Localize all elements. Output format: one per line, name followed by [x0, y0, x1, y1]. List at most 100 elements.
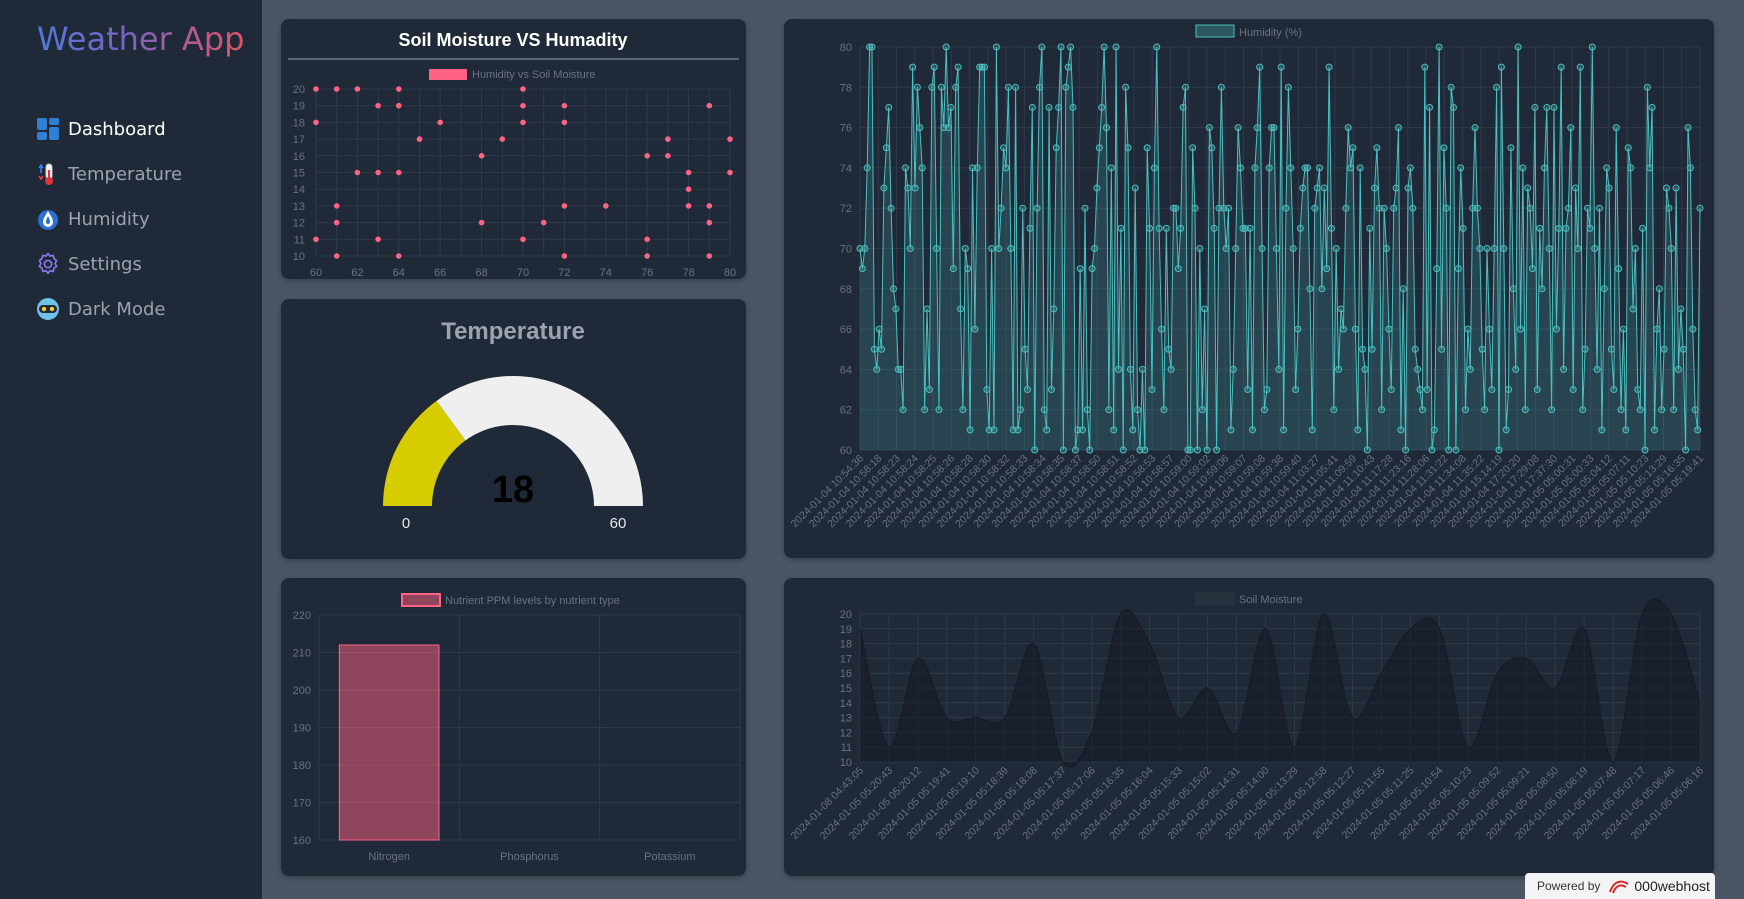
data-point — [1588, 43, 1596, 51]
y-tick-label: 11 — [294, 234, 305, 246]
y-tick-label: 190 — [293, 723, 311, 735]
data-point — [1047, 386, 1055, 394]
data-point — [1380, 204, 1388, 212]
data-point — [868, 43, 876, 51]
data-point — [1655, 285, 1663, 293]
data-point — [1148, 386, 1156, 394]
data-point — [863, 164, 871, 172]
data-point — [1043, 426, 1051, 434]
scatter-point — [644, 153, 650, 159]
data-point — [1639, 224, 1647, 232]
data-point — [1050, 305, 1058, 313]
scatter-point — [685, 186, 692, 192]
x-tick-label: 64 — [393, 267, 405, 279]
data-point — [1627, 164, 1635, 172]
data-point — [923, 305, 931, 313]
data-point — [1057, 43, 1065, 51]
data-point — [1603, 164, 1611, 172]
legend-swatch — [1195, 24, 1235, 38]
data-point — [1019, 204, 1027, 212]
data-point — [1464, 325, 1472, 333]
data-point — [1217, 83, 1225, 91]
data-point — [964, 265, 972, 273]
data-point — [961, 245, 969, 252]
nav-label: Humidity — [68, 208, 150, 230]
data-point — [1646, 164, 1654, 172]
x-tick-label: 76 — [641, 267, 653, 279]
data-point — [1416, 386, 1424, 394]
data-point — [1361, 365, 1369, 373]
data-point — [1423, 386, 1431, 394]
data-point — [1330, 406, 1338, 414]
data-point — [990, 426, 998, 434]
data-point — [1014, 426, 1022, 434]
nav-dark-mode[interactable]: Dark Mode — [36, 294, 165, 324]
data-point — [1662, 184, 1670, 192]
data-point — [1574, 245, 1582, 252]
data-point — [1533, 386, 1541, 394]
data-point — [1277, 63, 1285, 71]
data-point — [1320, 184, 1328, 192]
scatter-point — [313, 119, 319, 126]
data-point — [1174, 265, 1182, 273]
data-point — [1402, 446, 1410, 454]
y-tick-label: 80 — [840, 42, 852, 54]
data-point — [983, 386, 991, 394]
scatter-point — [561, 102, 568, 109]
data-point — [1294, 325, 1302, 333]
data-point — [1244, 386, 1252, 394]
data-point — [1493, 83, 1501, 91]
nav-dashboard[interactable]: Dashboard — [36, 114, 166, 144]
scatter-point — [478, 219, 485, 226]
data-point — [954, 63, 962, 71]
legend-label: Humidity vs Soil Moisture — [472, 69, 595, 81]
data-point — [1356, 164, 1364, 172]
powered-by-badge[interactable]: Powered by 000webhost — [1525, 873, 1715, 899]
data-point — [1552, 325, 1560, 333]
data-point — [870, 345, 878, 353]
data-point — [945, 124, 953, 132]
nav-settings[interactable]: Settings — [36, 249, 142, 279]
data-point — [1150, 164, 1158, 172]
data-point — [1524, 184, 1532, 192]
data-point — [1318, 285, 1326, 293]
data-point — [1292, 386, 1300, 394]
y-tick-label: 18 — [293, 117, 305, 129]
data-point — [1172, 204, 1180, 212]
humidity-line-chart: Humidity (%)80787674727068666462602024-0… — [789, 24, 1706, 530]
bar — [338, 644, 440, 841]
data-point — [1265, 164, 1273, 172]
data-point — [1222, 245, 1230, 252]
data-point — [1536, 224, 1544, 232]
y-tick-label: 16 — [840, 668, 852, 680]
data-point — [1433, 265, 1441, 273]
data-point — [1483, 245, 1491, 252]
data-point — [942, 43, 950, 51]
y-tick-label: 62 — [840, 405, 852, 417]
nav-humidity[interactable]: Humidity — [36, 204, 150, 234]
data-point — [904, 184, 912, 192]
data-point — [1651, 426, 1659, 434]
data-point — [1457, 164, 1465, 172]
data-point — [1670, 406, 1678, 414]
data-point — [1062, 83, 1070, 91]
data-point — [1153, 43, 1161, 51]
data-point — [1694, 426, 1702, 434]
data-point — [1129, 426, 1137, 434]
x-tick-label: 80 — [724, 267, 736, 279]
humidity-card: Humidity (%) 80 78 76 74 72 70 68 66 64 62 60 2024-0… — [784, 19, 1714, 558]
legend-label: Nutrient PPM levels by nutrient type — [445, 595, 620, 607]
y-tick-label: 14 — [840, 698, 852, 710]
nav-temperature[interactable]: Temperature — [36, 159, 182, 189]
temperature-card: Temperature 18 0 60 — [281, 299, 746, 559]
data-point — [1260, 406, 1268, 414]
legend-swatch — [429, 69, 467, 80]
data-point — [1473, 204, 1481, 212]
data-point — [1593, 365, 1601, 373]
y-tick-label: 13 — [840, 713, 852, 725]
data-point — [873, 365, 881, 373]
x-tick-label: 74 — [600, 267, 612, 279]
y-tick-label: 12 — [840, 727, 852, 739]
data-point — [1191, 204, 1199, 212]
data-point — [957, 305, 965, 313]
